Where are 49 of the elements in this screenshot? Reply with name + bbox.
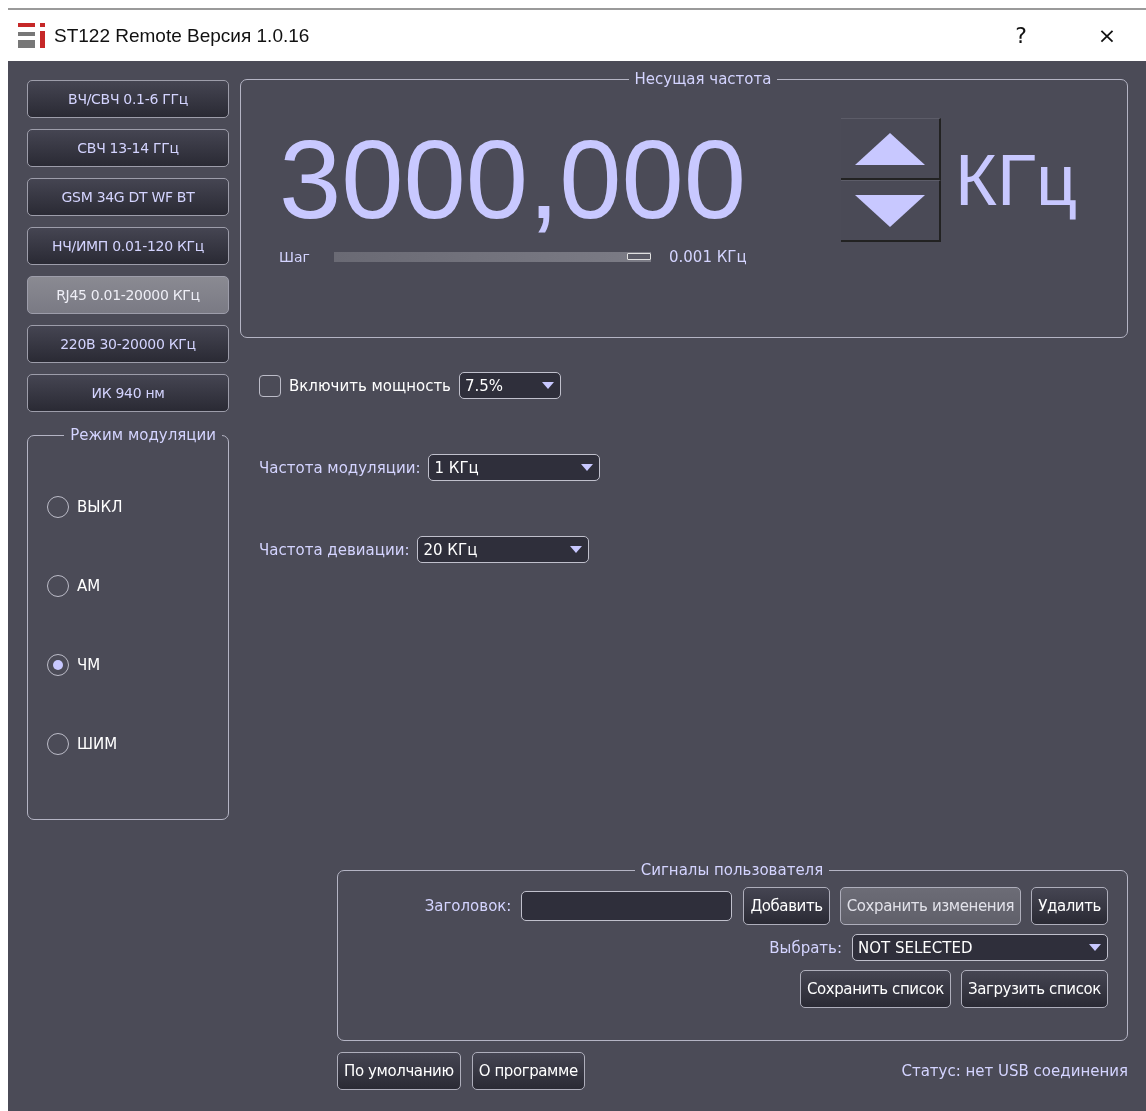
band-button[interactable]: 220В 30-20000 КГц: [27, 325, 229, 363]
action-button[interactable]: Удалить: [1031, 887, 1108, 925]
frequency-display: 3000,000: [279, 124, 748, 236]
step-slider[interactable]: [334, 252, 651, 262]
step-label: Шаг: [279, 249, 311, 265]
group-title: Режим модуляции: [69, 426, 217, 444]
field-label: Частота модуляции:: [259, 458, 421, 477]
footer-button[interactable]: По умолчанию: [337, 1052, 461, 1090]
field-label: Частота девиации:: [259, 540, 410, 559]
close-button[interactable]: ×: [1068, 15, 1146, 56]
increase-button[interactable]: [841, 118, 941, 180]
field-label: Выбрать:: [769, 938, 842, 957]
band-button[interactable]: НЧ/ИМП 0.01-120 КГц: [27, 227, 229, 265]
field-label: Заголовок:: [424, 897, 512, 915]
radio-label: АМ: [77, 577, 101, 595]
dropdown-caret-icon: [541, 382, 554, 389]
up-arrow-icon: [855, 132, 925, 165]
radio-label: ЧМ: [77, 656, 101, 674]
group-title: Сигналы пользователя: [639, 861, 825, 879]
modulation-frequency-dropdown[interactable]: 1 КГц: [428, 454, 601, 481]
dropdown-caret-icon: [1089, 944, 1101, 951]
checkbox[interactable]: [259, 374, 281, 397]
deviation-frequency-dropdown[interactable]: 20 КГц: [417, 536, 590, 563]
power-dropdown[interactable]: 7.5%: [458, 372, 561, 399]
help-button[interactable]: ?: [982, 15, 1060, 56]
band-button[interactable]: ИК 940 нм: [27, 374, 229, 412]
signal-dropdown[interactable]: NOT SELECTED: [852, 934, 1108, 961]
footer-button[interactable]: О программе: [471, 1052, 585, 1090]
frequency-unit: КГц: [955, 139, 1078, 221]
radio-label: ВЫКЛ: [77, 498, 123, 516]
band-button[interactable]: GSM 34G DT WF BT: [27, 178, 229, 216]
radio-label: ШИМ: [77, 735, 118, 753]
group-title: Несущая частота: [633, 70, 773, 88]
band-button[interactable]: СВЧ 13-14 ГГц: [27, 129, 229, 167]
window-title: ST122 Remote Версия 1.0.16: [54, 24, 311, 47]
dropdown-caret-icon: [581, 464, 594, 471]
title-input-field[interactable]: [521, 891, 733, 921]
decrease-button[interactable]: [841, 180, 941, 242]
band-button[interactable]: ВЧ/СВЧ 0.1-6 ГГц: [27, 80, 229, 118]
app-logo-icon: [18, 22, 46, 49]
step-reading: 0.001 КГц: [669, 248, 747, 266]
dropdown-caret-icon: [570, 546, 583, 553]
down-arrow-icon: [855, 194, 925, 227]
checkbox-label: Включить мощность: [289, 376, 451, 395]
action-button[interactable]: Добавить: [743, 887, 830, 925]
status-text: Статус: нет USB соединения: [901, 1062, 1128, 1080]
slider-thumb[interactable]: [627, 253, 651, 260]
list-button[interactable]: Сохранить список: [799, 970, 951, 1008]
list-button[interactable]: Загрузить список: [960, 970, 1108, 1008]
